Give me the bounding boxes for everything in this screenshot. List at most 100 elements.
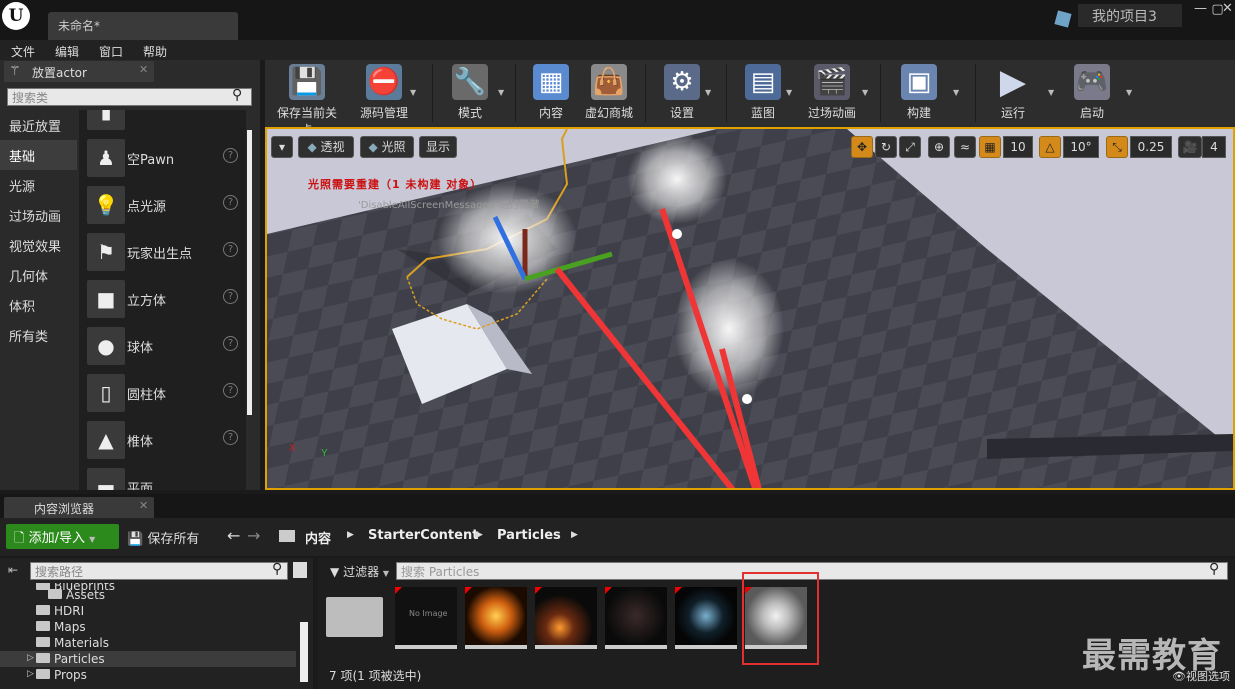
- chevron-down-icon[interactable]: ▼: [786, 88, 792, 97]
- category-basic[interactable]: 基础: [0, 140, 77, 170]
- save-all-button[interactable]: 💾 保存所有: [127, 528, 199, 547]
- class-search-input[interactable]: 搜索类: [7, 88, 252, 106]
- help-icon[interactable]: ?: [223, 242, 238, 257]
- menu-window[interactable]: 窗口: [99, 43, 123, 60]
- place-actor-tab[interactable]: 放置actor: [4, 61, 154, 82]
- chevron-down-icon[interactable]: ▼: [705, 88, 711, 97]
- category-geometry[interactable]: 几何体: [0, 260, 77, 290]
- category-lights[interactable]: 光源: [0, 170, 77, 200]
- rotation-snap-value[interactable]: 10°: [1063, 136, 1099, 158]
- source-control-button[interactable]: ⛔ 源码管理: [352, 62, 416, 124]
- asset-thumbnail-sparks[interactable]: [675, 587, 737, 649]
- actor-item-empty-pawn[interactable]: ♟ 空Pawn?: [85, 135, 245, 182]
- chevron-down-icon[interactable]: ▼: [410, 88, 416, 97]
- actor-item-sphere[interactable]: ● 球体?: [85, 323, 245, 370]
- category-all-classes[interactable]: 所有类: [0, 320, 77, 350]
- help-icon[interactable]: ?: [223, 289, 238, 304]
- actor-item-cube[interactable]: ■ 立方体?: [85, 276, 245, 323]
- search-icon[interactable]: ⚲: [232, 87, 242, 103]
- play-button[interactable]: ▶ 运行: [980, 62, 1046, 124]
- actor-item-plane[interactable]: ▬ 平面: [85, 464, 245, 490]
- expand-arrow-icon[interactable]: ▷: [27, 653, 34, 663]
- scale-snap-value[interactable]: 0.25: [1130, 136, 1172, 158]
- breadcrumb-startercontent[interactable]: StarterContent: [368, 528, 478, 543]
- save-level-button[interactable]: 💾保存当前关卡: [272, 62, 342, 137]
- launch-button[interactable]: 🎮 启动: [1062, 62, 1122, 124]
- category-visual-effects[interactable]: 视觉效果: [0, 230, 77, 260]
- blueprints-button[interactable]: ▤ 蓝图: [733, 62, 793, 124]
- filter-button[interactable]: ▼ 过滤器 ▼: [330, 563, 389, 580]
- actor-item-cylinder[interactable]: ▯ 圆柱体?: [85, 370, 245, 417]
- path-search-input[interactable]: 搜索路径: [30, 562, 288, 580]
- chevron-down-icon[interactable]: ▼: [498, 88, 504, 97]
- category-cinematic[interactable]: 过场动画: [0, 200, 77, 230]
- world-space-icon[interactable]: ⊕: [928, 136, 950, 158]
- actor-item-cut[interactable]: ▮: [85, 110, 245, 135]
- help-icon[interactable]: ?: [223, 430, 238, 445]
- asset-thumbnail-explosion[interactable]: [465, 587, 527, 649]
- help-icon[interactable]: ?: [223, 195, 238, 210]
- help-icon[interactable]: ?: [223, 383, 238, 398]
- category-recent[interactable]: 最近放置: [0, 110, 77, 140]
- chevron-down-icon[interactable]: ▼: [1126, 88, 1132, 97]
- camera-speed-value[interactable]: 4: [1202, 136, 1226, 158]
- tree-item-props[interactable]: Props: [36, 668, 87, 682]
- rotation-snap-icon[interactable]: △: [1039, 136, 1061, 158]
- menu-help[interactable]: 帮助: [143, 43, 167, 60]
- scale-mode-icon[interactable]: ⤢: [899, 136, 921, 158]
- close-tab-icon[interactable]: ✕: [139, 63, 148, 76]
- tree-item-maps[interactable]: Maps: [36, 620, 86, 634]
- tree-options-icon[interactable]: [293, 562, 307, 578]
- help-icon[interactable]: ?: [223, 336, 238, 351]
- content-button[interactable]: ▦ 内容: [522, 62, 580, 124]
- chevron-down-icon[interactable]: ▼: [862, 88, 868, 97]
- tree-item-materials[interactable]: Materials: [36, 636, 109, 650]
- grid-snap-value[interactable]: 10: [1003, 136, 1033, 158]
- chevron-down-icon[interactable]: ▼: [953, 88, 959, 97]
- actor-item-cone[interactable]: ▲ 椎体?: [85, 417, 245, 464]
- modes-button[interactable]: 🔧 模式: [440, 62, 500, 124]
- search-icon[interactable]: ⚲: [272, 561, 282, 577]
- marketplace-button[interactable]: 👜 虚幻商城: [580, 62, 638, 124]
- view-options-button[interactable]: 👁视图选项: [1172, 668, 1230, 684]
- cinematics-button[interactable]: 🎬 过场动画: [800, 62, 864, 124]
- asset-thumbnail-fire[interactable]: [535, 587, 597, 649]
- close-tab-icon[interactable]: ✕: [139, 499, 148, 512]
- close-icon[interactable]: ✕: [1219, 0, 1235, 19]
- scale-snap-icon[interactable]: ⤡: [1106, 136, 1128, 158]
- minimize-icon[interactable]: —: [1192, 0, 1209, 19]
- tree-item-hdri[interactable]: HDRI: [36, 604, 84, 618]
- breadcrumb-content[interactable]: 内容: [305, 528, 331, 547]
- camera-speed-icon[interactable]: 🎥: [1178, 136, 1202, 158]
- show-button[interactable]: 显示: [419, 136, 457, 158]
- lit-mode-button[interactable]: ◆ 光照: [360, 136, 414, 158]
- tree-item-particles[interactable]: Particles: [36, 652, 105, 666]
- folder-asset-thumbnail[interactable]: [326, 597, 383, 637]
- actor-list-scrollbar[interactable]: [247, 130, 252, 415]
- settings-button[interactable]: ⚙ 设置: [652, 62, 712, 124]
- menu-edit[interactable]: 编辑: [55, 43, 79, 60]
- chevron-down-icon[interactable]: ▼: [1048, 88, 1054, 97]
- tree-item-assets[interactable]: Assets: [48, 588, 105, 602]
- actor-item-player-start[interactable]: ⚑ 玩家出生点?: [85, 229, 245, 276]
- content-browser-tab[interactable]: 内容浏览器: [4, 497, 154, 518]
- tree-scrollbar[interactable]: [300, 622, 308, 682]
- perspective-button[interactable]: ◆ 透视: [298, 136, 354, 158]
- asset-thumbnail-smoke-dark[interactable]: [605, 587, 667, 649]
- surface-snap-icon[interactable]: ≈: [954, 136, 976, 158]
- expand-arrow-icon[interactable]: ▷: [27, 669, 34, 679]
- forward-arrow-icon[interactable]: →: [247, 526, 260, 545]
- actor-item-point-light[interactable]: 💡 点光源?: [85, 182, 245, 229]
- translate-mode-icon[interactable]: ✥: [851, 136, 873, 158]
- toggle-sources-icon[interactable]: ⇤: [8, 563, 18, 577]
- add-import-button[interactable]: 🗋 添加/导入 ▼: [6, 524, 119, 549]
- back-arrow-icon[interactable]: ←: [227, 526, 240, 545]
- category-volumes[interactable]: 体积: [0, 290, 77, 320]
- rotate-mode-icon[interactable]: ↻: [875, 136, 897, 158]
- level-document-tab[interactable]: 未命名*: [48, 12, 238, 40]
- grid-snap-icon[interactable]: ▦: [979, 136, 1001, 158]
- breadcrumb-particles[interactable]: Particles: [497, 528, 561, 543]
- build-button[interactable]: ▣ 构建: [888, 62, 950, 124]
- help-icon[interactable]: ?: [223, 148, 238, 163]
- search-icon[interactable]: ⚲: [1209, 561, 1219, 577]
